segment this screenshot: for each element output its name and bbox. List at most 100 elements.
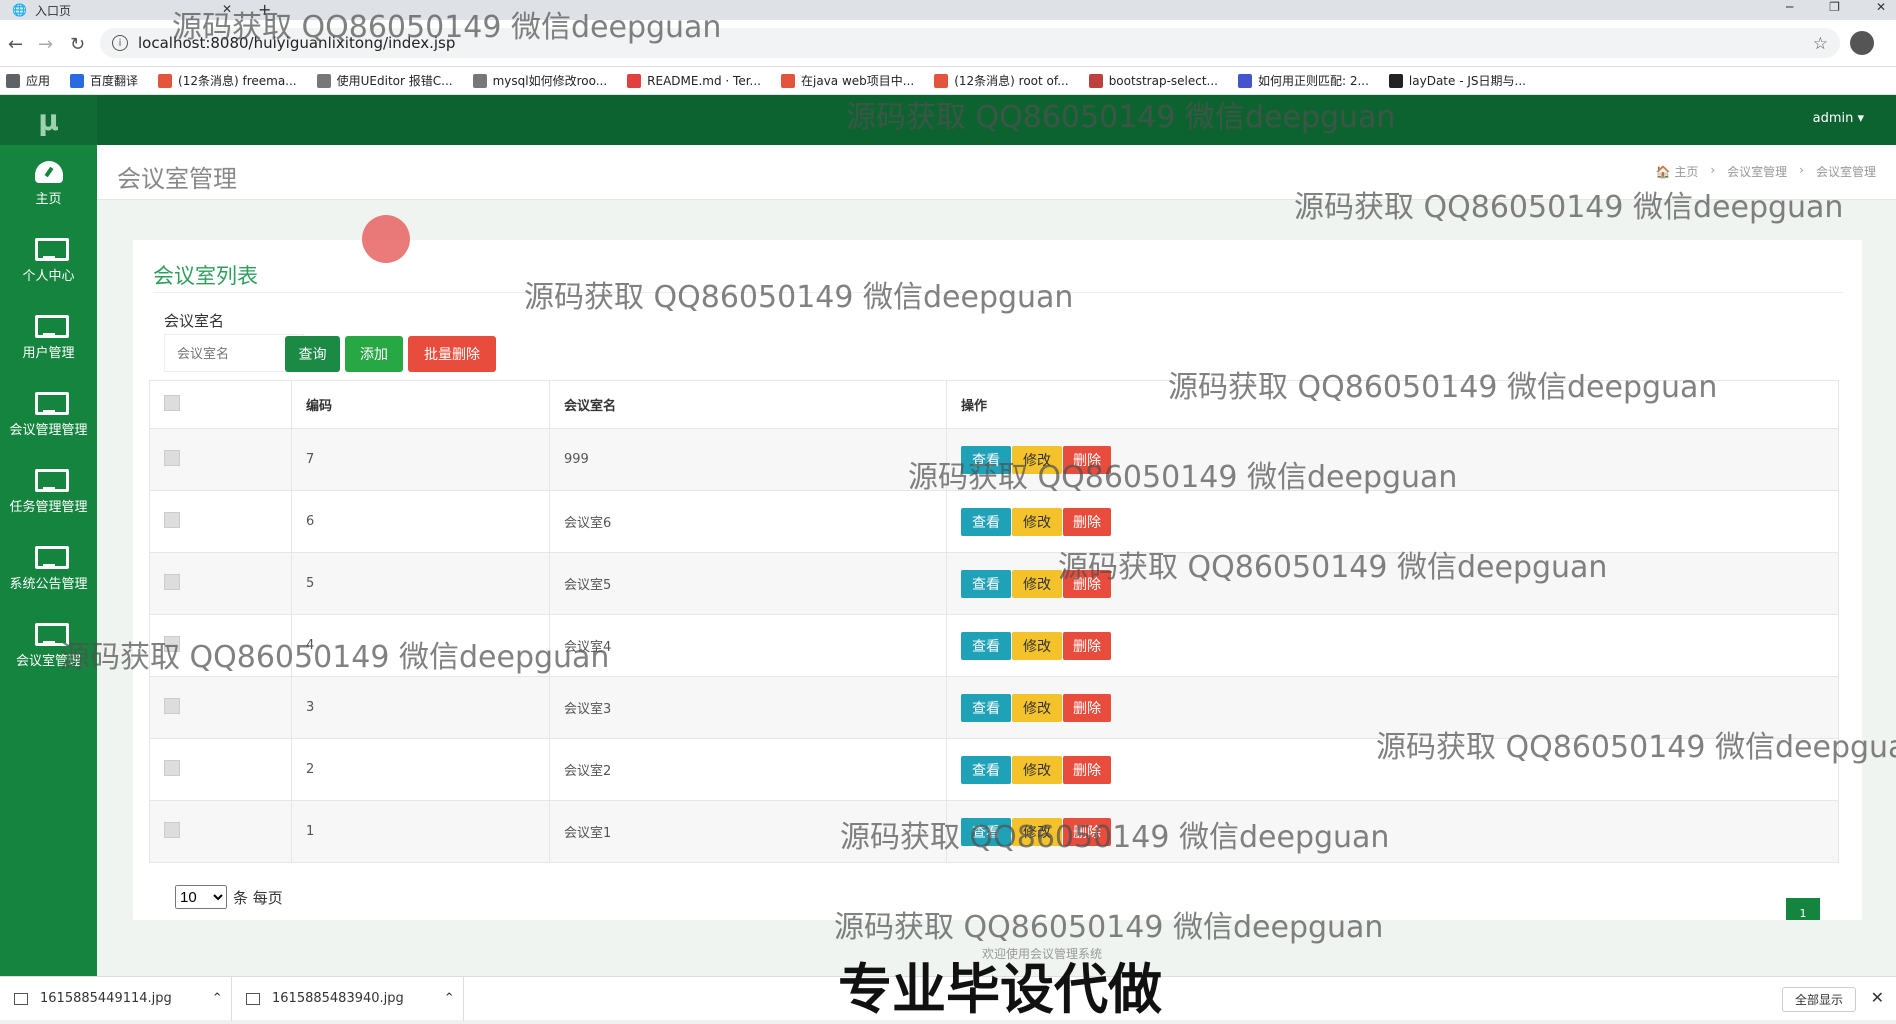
close-window-icon[interactable]: ✕ [1876, 0, 1886, 14]
ops-cell: 查看 修改 删除 [946, 614, 1839, 677]
monitor-icon [34, 237, 69, 261]
bookmark-item[interactable]: mysql如何修改roo... [472, 72, 607, 89]
breadcrumb-item[interactable]: 🏠 主页 [1656, 163, 1699, 180]
breadcrumb-item: › [1799, 163, 1804, 177]
view-button[interactable]: 查看 [961, 631, 1011, 660]
page-size-select[interactable]: 10 [175, 885, 227, 909]
sidebar-item[interactable]: 用户管理 [0, 299, 97, 376]
close-icon[interactable]: ✕ [1871, 988, 1884, 1007]
id-cell: 5 [291, 552, 550, 615]
watermark: 源码获取 QQ86050149 微信deepguan [1376, 730, 1896, 765]
bookmark-item[interactable]: bootstrap-select... [1088, 73, 1218, 88]
info-icon[interactable]: i [112, 35, 128, 51]
forward-icon[interactable]: → [38, 34, 53, 55]
chevron-up-icon[interactable]: ⌃ [212, 991, 223, 1006]
row-checkbox[interactable] [164, 759, 180, 776]
add-button[interactable]: 添加 [345, 336, 403, 372]
row-checkbox[interactable] [164, 573, 180, 590]
view-button[interactable]: 查看 [961, 755, 1011, 784]
bookmark-item[interactable]: layDate - JS日期与... [1388, 72, 1526, 89]
bookmark-favicon-icon [6, 73, 20, 88]
restore-icon[interactable]: ❐ [1829, 0, 1840, 14]
id-cell: 2 [291, 738, 550, 801]
page-title: 会议室管理 [117, 165, 237, 193]
sidebar-item[interactable]: 个人中心 [0, 222, 97, 299]
back-icon[interactable]: ← [8, 34, 23, 55]
row-checkbox[interactable] [164, 449, 180, 466]
sidebar-item-label: 主页 [35, 191, 62, 207]
download-item[interactable]: 1615885483940.jpg ⌃ [232, 976, 464, 1021]
bookmark-favicon-icon [627, 73, 642, 88]
bookmark-item[interactable]: (12条消息) freema... [158, 72, 297, 89]
user-menu[interactable]: admin ▾ [1813, 111, 1864, 126]
batch-delete-button[interactable]: 批量删除 [408, 336, 496, 372]
watermark: 源码获取 QQ86050149 微信deepguan [524, 280, 1074, 315]
watermark: 源码获取 QQ86050149 微信deepguan [840, 820, 1390, 855]
column-header: 编码 [291, 380, 550, 429]
row-checkbox[interactable] [164, 821, 180, 838]
image-file-icon [246, 992, 260, 1005]
bookmark-star-icon[interactable]: ☆ [1813, 34, 1828, 54]
bookmark-favicon-icon [158, 73, 173, 88]
breadcrumb-item: › [1710, 163, 1716, 177]
edit-button[interactable]: 修改 [1012, 755, 1062, 784]
room-name-search-input[interactable] [164, 334, 304, 372]
delete-button[interactable]: 删除 [1063, 507, 1111, 536]
profile-avatar[interactable] [1850, 31, 1874, 55]
edit-button[interactable]: 修改 [1012, 631, 1062, 660]
minimize-icon[interactable]: ─ [1786, 0, 1793, 14]
watermark: 源码获取 QQ86050149 微信deepguan [834, 910, 1384, 945]
bookmark-label: 使用UEditor 报错C... [336, 74, 453, 88]
watermark: 源码获取 QQ86050149 微信deepguan [1168, 370, 1718, 405]
sidebar-item-label: 任务管理管理 [9, 499, 88, 515]
bookmark-item[interactable]: (12条消息) root of... [934, 72, 1069, 89]
reload-icon[interactable]: ↻ [70, 34, 85, 55]
page-number-button[interactable]: 1 [1786, 898, 1820, 920]
name-cell: 会议室2 [549, 738, 947, 801]
delete-button[interactable]: 删除 [1063, 693, 1111, 722]
view-button[interactable]: 查看 [961, 693, 1011, 722]
bookmark-favicon-icon [1388, 73, 1403, 88]
breadcrumb-item[interactable]: 会议室管理 [1727, 163, 1787, 180]
row-checkbox[interactable] [164, 511, 180, 528]
id-cell: 6 [291, 490, 550, 553]
sidebar-item[interactable]: 会议管理管理 [0, 376, 97, 453]
view-button[interactable]: 查看 [961, 507, 1011, 536]
bookmark-label: (12条消息) root of... [954, 74, 1069, 88]
bookmark-label: bootstrap-select... [1108, 73, 1218, 88]
bookmark-item[interactable]: 在java web项目中... [781, 72, 914, 89]
sidebar-item[interactable]: 系统公告管理 [0, 530, 97, 607]
sidebar-item[interactable]: 主页 [0, 145, 97, 222]
bookmark-item[interactable]: README.md · Ter... [627, 73, 761, 88]
bookmark-item[interactable]: 百度翻译 [70, 72, 138, 89]
edit-button[interactable]: 修改 [1012, 693, 1062, 722]
query-button[interactable]: 查询 [285, 336, 340, 372]
bookmark-label: README.md · Ter... [647, 73, 761, 88]
monitor-icon [34, 545, 69, 569]
row-checkbox[interactable] [164, 697, 180, 714]
bookmark-item[interactable]: 应用 [6, 72, 50, 89]
select-all-checkbox[interactable] [164, 394, 180, 411]
bottom-banner: 专业毕设代做 [838, 958, 1162, 1021]
name-cell: 会议室5 [549, 552, 947, 615]
bookmark-label: layDate - JS日期与... [1408, 74, 1526, 88]
download-item[interactable]: 1615885449114.jpg ⌃ [0, 976, 232, 1021]
checkbox-cell [149, 676, 292, 739]
view-button[interactable]: 查看 [961, 569, 1011, 598]
bookmark-item[interactable]: 如何用正则匹配: 2... [1237, 72, 1369, 89]
breadcrumb-item[interactable]: 会议室管理 [1816, 163, 1876, 180]
bookmarks-bar: 应用 百度翻译 (12条消息) freema... 使用UEditor 报错C... m… [0, 67, 1896, 95]
search-label: 会议室名 [164, 312, 225, 330]
sidebar-item[interactable]: 任务管理管理 [0, 453, 97, 530]
checkbox-cell [149, 552, 292, 615]
bookmark-label: 如何用正则匹配: 2... [1257, 74, 1369, 88]
delete-button[interactable]: 删除 [1063, 631, 1111, 660]
bookmark-label: (12条消息) freema... [178, 74, 297, 88]
show-all-button[interactable]: 全部显示 [1781, 987, 1856, 1012]
delete-button[interactable]: 删除 [1063, 755, 1111, 784]
watermark: 源码获取 QQ86050149 微信deepguan [908, 460, 1458, 495]
edit-button[interactable]: 修改 [1012, 507, 1062, 536]
edit-button[interactable]: 修改 [1012, 569, 1062, 598]
chevron-up-icon[interactable]: ⌃ [444, 991, 455, 1006]
bookmark-item[interactable]: 使用UEditor 报错C... [316, 72, 453, 89]
